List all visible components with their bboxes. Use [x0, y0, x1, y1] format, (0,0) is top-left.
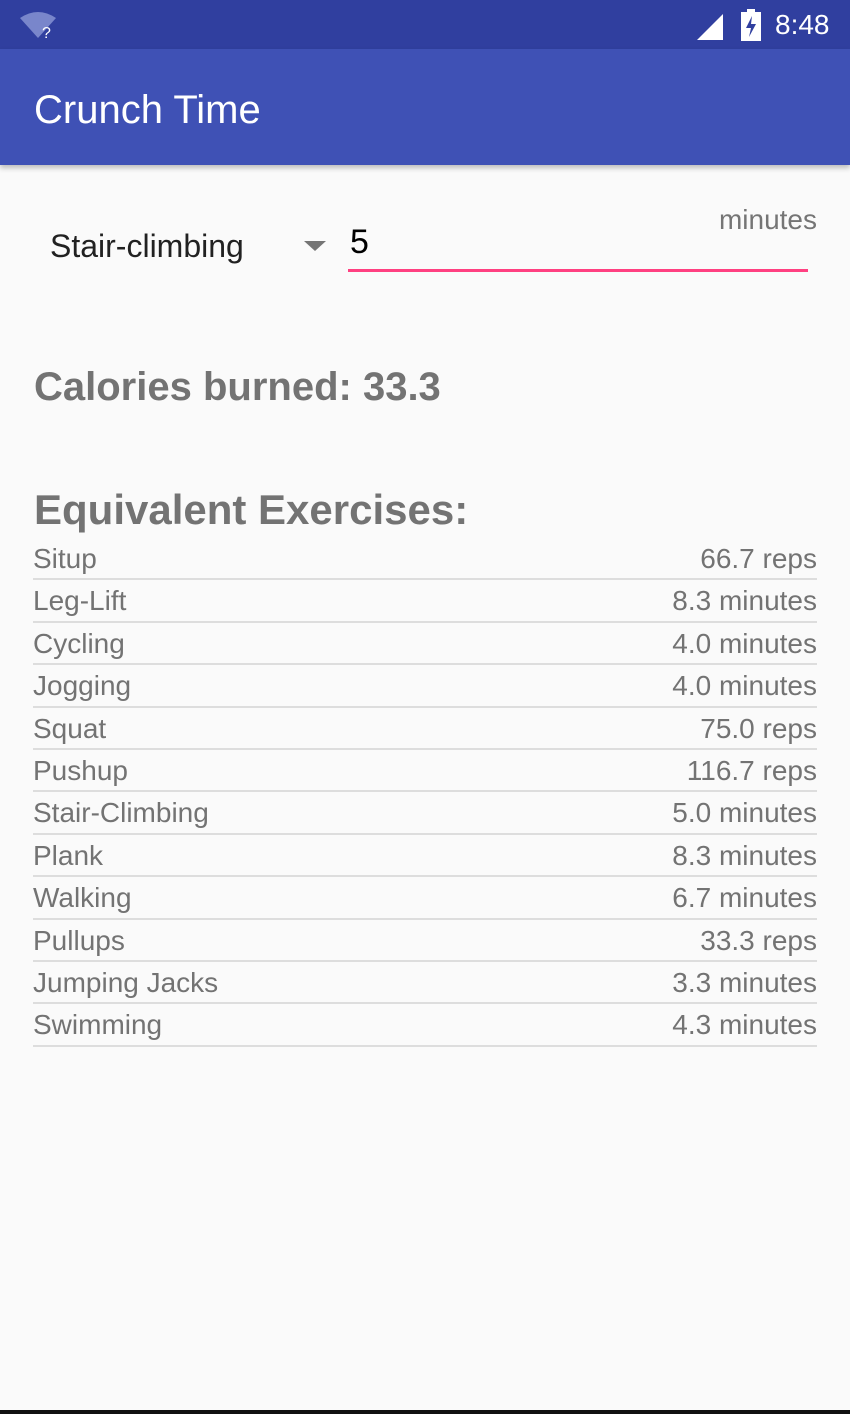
exercise-name: Pullups [33, 924, 125, 956]
minutes-input[interactable] [348, 222, 808, 272]
exercise-name: Leg-Lift [33, 585, 127, 617]
list-item: Pullups 33.3 reps [33, 920, 817, 962]
dropdown-arrow-icon [304, 241, 326, 251]
svg-text:?: ? [42, 25, 51, 40]
list-item: Squat 75.0 reps [33, 708, 817, 750]
exercise-value: 8.3 minutes [672, 585, 817, 617]
bottom-divider [0, 1410, 850, 1414]
exercise-value: 33.3 reps [700, 924, 817, 956]
exercise-spinner-value: Stair-climbing [50, 228, 244, 264]
cell-signal-icon [697, 14, 723, 40]
list-item: Walking 6.7 minutes [33, 877, 817, 920]
app-title: Crunch Time [34, 88, 261, 132]
exercise-name: Jumping Jacks [33, 966, 219, 998]
exercise-value: 3.3 minutes [672, 966, 817, 998]
equivalent-exercises-heading: Equivalent Exercises: [34, 486, 469, 533]
exercise-name: Plank [33, 839, 104, 871]
exercise-name: Squat [33, 712, 107, 744]
exercise-value: 4.3 minutes [672, 1009, 817, 1041]
exercise-value: 5.0 minutes [672, 797, 817, 829]
exercise-value: 75.0 reps [700, 712, 817, 744]
list-item: Pushup 116.7 reps [33, 750, 817, 793]
list-item: Swimming 4.3 minutes [33, 1004, 817, 1047]
exercise-name: Swimming [33, 1009, 163, 1041]
exercise-spinner[interactable]: Stair-climbing [34, 210, 334, 282]
list-item: Jogging 4.0 minutes [33, 665, 817, 708]
list-item: Leg-Lift 8.3 minutes [33, 580, 817, 623]
list-item: Cycling 4.0 minutes [33, 623, 817, 666]
list-item: Jumping Jacks 3.3 minutes [33, 962, 817, 1005]
exercise-name: Situp [33, 543, 97, 574]
exercise-value: 116.7 reps [686, 754, 817, 786]
exercise-name: Jogging [33, 670, 132, 702]
list-item: Plank 8.3 minutes [33, 835, 817, 878]
wifi-unknown-icon: ? [20, 12, 56, 40]
exercise-value: 66.7 reps [700, 543, 817, 574]
exercise-name: Cycling [33, 627, 125, 659]
exercise-name: Stair-Climbing [33, 797, 209, 829]
exercise-value: 6.7 minutes [672, 882, 817, 914]
list-item: Stair-Climbing 5.0 minutes [33, 792, 817, 835]
list-item: Situp 66.7 reps [33, 538, 817, 581]
exercise-value: 8.3 minutes [672, 839, 817, 871]
exercise-name: Pushup [33, 754, 128, 786]
battery-charging-icon [741, 9, 761, 41]
status-time: 8:48 [775, 9, 830, 40]
exercise-value: 4.0 minutes [672, 627, 817, 659]
calories-burned-text: Calories burned: 33.3 [34, 365, 441, 409]
app-bar: Crunch Time [0, 49, 850, 165]
exercise-name: Walking [33, 882, 132, 914]
exercise-value: 4.0 minutes [672, 670, 817, 702]
status-bar: ? 8:48 [0, 0, 850, 49]
equivalent-exercises-list: Situp 66.7 reps Leg-Lift 8.3 minutes Cycli… [33, 538, 817, 1047]
